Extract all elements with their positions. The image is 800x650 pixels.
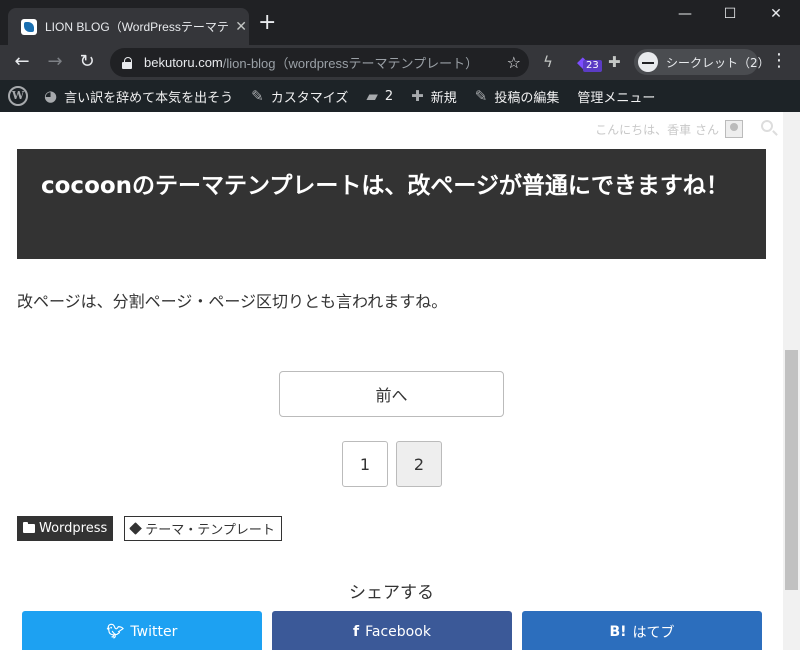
maximize-button[interactable]: ☐ (710, 6, 750, 22)
page-link-1[interactable]: 1 (342, 441, 388, 487)
share-buttons: 🐦︎ Twitter f Facebook B! はてブ (22, 611, 762, 650)
scrollbar-thumb[interactable] (785, 350, 798, 590)
search-icon[interactable] (761, 120, 773, 132)
pencil-icon: ✎ (474, 87, 488, 105)
greeting-text: こんにちは、香車 さん (595, 122, 719, 137)
page-content: こんにちは、香車 さん cocoonのテーマテンプレートは、改ページが普通にでき… (0, 112, 783, 650)
extension-badge: 23 (583, 60, 602, 72)
pagination: 1 2 (342, 441, 442, 487)
admin-new[interactable]: ✚ 新規 (411, 87, 457, 106)
body-text: 改ページは、分割ページ・ページ区切りとも言われますね。 (17, 292, 448, 311)
wordpress-logo-icon[interactable]: W (8, 86, 28, 106)
tag-label: テーマ・テンプレート (145, 523, 275, 538)
address-bar[interactable]: bekutoru.com /lion-blog（wordpressテーマテンプレ… (110, 48, 529, 77)
heading-text: cocoonのテーマテンプレートは、改ページが普通にできますね！ (41, 173, 729, 199)
admin-customize[interactable]: ✎ カスタマイズ (251, 87, 348, 106)
browser-menu-icon[interactable]: ⋮ (770, 50, 788, 71)
share-title: シェアする (349, 583, 434, 603)
hatena-icon: B! (609, 624, 627, 640)
browser-tab-strip: LION BLOG（WordPressテーマテン ✕ + — ☐ ✕ (0, 0, 800, 45)
new-tab-button[interactable]: + (258, 12, 276, 34)
user-greeting[interactable]: こんにちは、香車 さん (595, 120, 743, 138)
post-taxonomy: Wordpress テーマ・テンプレート (17, 516, 282, 541)
twitter-label: Twitter (130, 624, 178, 640)
admin-edit-post[interactable]: ✎ 投稿の編集 (475, 87, 560, 106)
category-label: Wordpress (39, 521, 108, 536)
hatena-share-button[interactable]: B! はてブ (522, 611, 762, 650)
forward-arrow-icon[interactable]: → (42, 50, 68, 74)
plus-icon: ✚ (411, 87, 424, 105)
minimize-button[interactable]: — (665, 6, 705, 22)
reload-icon[interactable]: ↻ (74, 50, 100, 74)
incognito-label: シークレット（2） (666, 55, 770, 70)
close-window-button[interactable]: ✕ (756, 6, 796, 22)
twitter-icon: 🐦︎ (106, 624, 125, 640)
tab-close-icon[interactable]: ✕ (233, 19, 249, 35)
folder-icon (23, 522, 35, 533)
tab-title: LION BLOG（WordPressテーマテン (45, 20, 230, 34)
facebook-share-button[interactable]: f Facebook (272, 611, 512, 650)
browser-tab[interactable]: LION BLOG（WordPressテーマテン ✕ (8, 8, 249, 45)
facebook-label: Facebook (365, 624, 431, 640)
customize-label: カスタマイズ (270, 90, 349, 106)
prev-page-button[interactable]: 前へ (279, 371, 504, 417)
bookmark-star-icon[interactable]: ☆ (507, 53, 521, 72)
paintbrush-icon: ✎ (251, 87, 264, 105)
page-scrollbar[interactable] (783, 112, 800, 650)
new-label: 新規 (430, 90, 457, 106)
avatar (725, 120, 743, 138)
extension-bolt-icon[interactable]: ϟ (543, 53, 553, 71)
site-favicon-icon (21, 18, 37, 35)
admin-site-name[interactable]: ◕ 言い訳を辞めて本気を出そう (44, 87, 233, 106)
incognito-indicator[interactable]: シークレット（2） (634, 49, 770, 75)
tag-link[interactable]: テーマ・テンプレート (124, 516, 282, 541)
comments-count: 2 (384, 88, 394, 104)
twitter-share-button[interactable]: 🐦︎ Twitter (22, 611, 262, 650)
admin-comments[interactable]: ▰ 2 (366, 87, 393, 105)
site-name-label: 言い訳を辞めて本気を出そう (64, 90, 234, 106)
lock-icon (122, 56, 132, 69)
extensions-menu-icon[interactable]: ✚ (608, 53, 621, 71)
edit-post-label: 投稿の編集 (494, 90, 560, 106)
wp-admin-bar: W ◕ 言い訳を辞めて本気を出そう ✎ カスタマイズ ▰ 2 ✚ 新規 ✎ 投稿… (0, 80, 800, 112)
category-link[interactable]: Wordpress (17, 516, 114, 541)
comment-bubble-icon: ▰ (366, 87, 378, 105)
section-heading: cocoonのテーマテンプレートは、改ページが普通にできますね！ (17, 149, 766, 259)
dashboard-icon: ◕ (44, 87, 58, 105)
incognito-icon (638, 52, 658, 72)
back-arrow-icon[interactable]: ← (9, 50, 35, 74)
page-link-2-current[interactable]: 2 (396, 441, 442, 487)
tag-icon (129, 522, 143, 535)
admin-menu[interactable]: 管理メニュー (577, 87, 655, 106)
hatena-label: はてブ (632, 625, 675, 641)
url-path: /lion-blog（wordpressテーマテンプレート）... (222, 56, 473, 71)
url-host: bekutoru.com (144, 55, 223, 70)
admin-menu-label: 管理メニュー (577, 90, 656, 106)
facebook-icon: f (353, 624, 360, 640)
